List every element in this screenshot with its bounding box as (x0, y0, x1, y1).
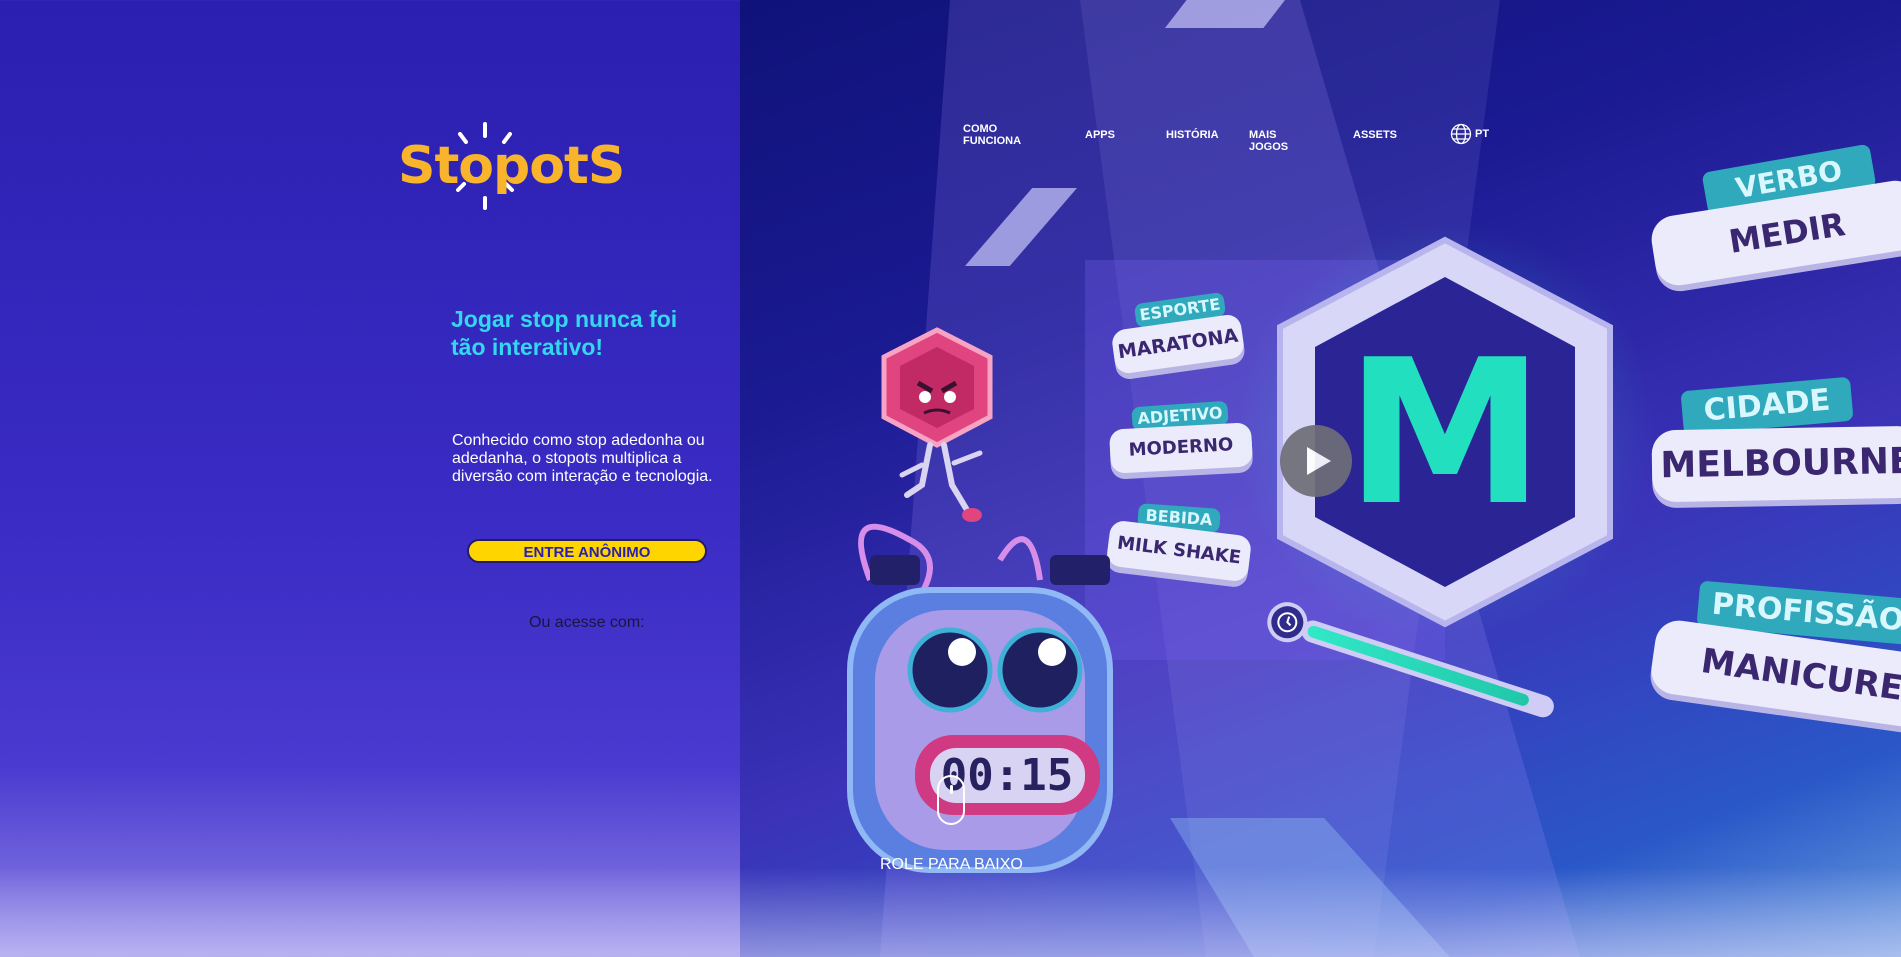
language-label: PT (1475, 128, 1490, 140)
or-access-label: Ou acesse com: (529, 614, 645, 631)
hexagon-letter: M (1345, 317, 1544, 550)
enter-anonymous-button[interactable]: ENTRE ANÔNIMO (467, 539, 707, 563)
hero-description: Conhecido como stop adedonha ou adedanha… (452, 432, 713, 485)
nav-mais-jogos[interactable]: MAIS JOGOS (1249, 129, 1288, 153)
language-selector[interactable]: PT (1450, 123, 1489, 145)
timer-robot-character: 00:15 (800, 520, 1160, 890)
word-card-word: MELBOURNE (1651, 425, 1901, 503)
bottom-fade (0, 867, 1901, 957)
play-icon (1307, 447, 1331, 475)
nav-historia[interactable]: HISTÓRIA (1166, 129, 1219, 141)
mouse-icon[interactable] (937, 775, 965, 825)
globe-icon (1450, 123, 1472, 145)
nav-assets[interactable]: ASSETS (1353, 129, 1397, 141)
nav-como-funciona[interactable]: COMO FUNCIONA (963, 123, 1033, 147)
nav-apps[interactable]: APPS (1085, 129, 1115, 141)
hero-headline: Jogar stop nunca foi tão interativo! (451, 306, 678, 360)
play-video-button[interactable] (1280, 425, 1352, 497)
mouse-wheel (950, 785, 953, 794)
stopots-logo[interactable]: StopotS (398, 118, 625, 214)
logo-wordmark: StopotS (398, 136, 625, 196)
